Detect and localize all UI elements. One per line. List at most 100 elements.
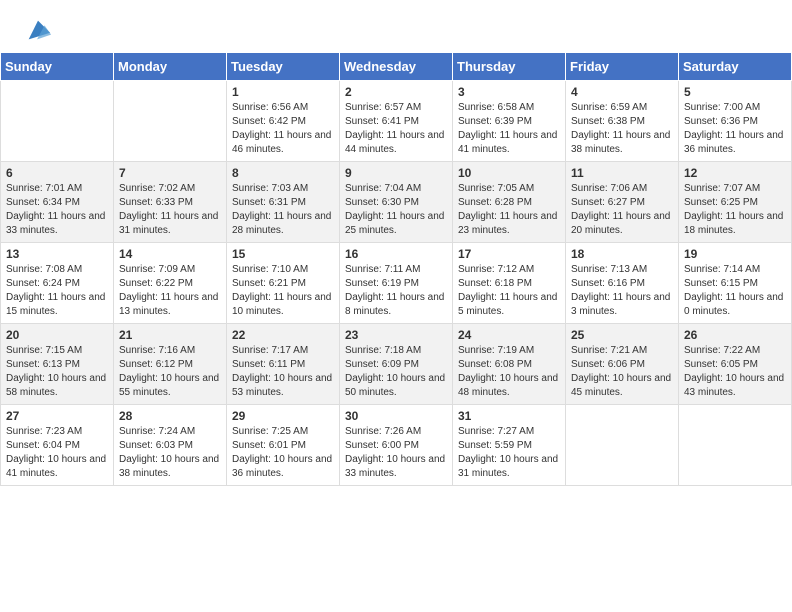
day-number: 7	[119, 166, 221, 180]
calendar-cell: 31 Sunrise: 7:27 AMSunset: 5:59 PMDayligh…	[453, 405, 566, 486]
day-number: 22	[232, 328, 334, 342]
calendar-week-row: 6Sunrise: 7:01 AMSunset: 6:34 PMDaylight…	[1, 162, 792, 243]
day-number: 19	[684, 247, 786, 261]
day-info: Sunrise: 7:05 AMSunset: 6:28 PMDaylight:…	[458, 182, 560, 238]
day-number: 12	[684, 166, 786, 180]
day-info: Sunrise: 7:07 AMSunset: 6:25 PMDaylight:…	[684, 182, 786, 238]
day-number: 30	[345, 409, 447, 423]
calendar: SundayMondayTuesdayWednesdayThursdayFrid…	[0, 52, 792, 486]
day-info: Sunrise: 7:23 AMSunset: 6:04 PMDaylight:…	[6, 425, 108, 481]
day-info: Sunrise: 7:02 AMSunset: 6:33 PMDaylight:…	[119, 182, 221, 238]
calendar-cell: 16 Sunrise: 7:11 AMSunset: 6:19 PMDayligh…	[340, 243, 453, 324]
day-info: Sunrise: 7:01 AMSunset: 6:34 PMDaylight:…	[6, 182, 108, 238]
weekday-header-tuesday: Tuesday	[227, 53, 340, 81]
day-info: Sunrise: 7:08 AMSunset: 6:24 PMDaylight:…	[6, 263, 108, 319]
calendar-cell: 13 Sunrise: 7:08 AMSunset: 6:24 PMDayligh…	[1, 243, 114, 324]
day-number: 1	[232, 85, 334, 99]
day-number: 13	[6, 247, 108, 261]
calendar-cell: 23 Sunrise: 7:18 AMSunset: 6:09 PMDayligh…	[340, 324, 453, 405]
day-number: 14	[119, 247, 221, 261]
day-number: 17	[458, 247, 560, 261]
calendar-cell: 26 Sunrise: 7:22 AMSunset: 6:05 PMDayligh…	[679, 324, 792, 405]
day-info: Sunrise: 7:14 AMSunset: 6:15 PMDaylight:…	[684, 263, 786, 319]
calendar-header-row: SundayMondayTuesdayWednesdayThursdayFrid…	[1, 53, 792, 81]
day-info: Sunrise: 7:06 AMSunset: 6:27 PMDaylight:…	[571, 182, 673, 238]
calendar-cell: 14Sunrise: 7:09 AMSunset: 6:22 PMDayligh…	[114, 243, 227, 324]
calendar-cell: 7 Sunrise: 7:02 AMSunset: 6:33 PMDaylight…	[114, 162, 227, 243]
calendar-cell: 19 Sunrise: 7:14 AMSunset: 6:15 PMDayligh…	[679, 243, 792, 324]
day-info: Sunrise: 7:16 AMSunset: 6:12 PMDaylight:…	[119, 344, 221, 400]
header	[0, 0, 792, 52]
day-info: Sunrise: 7:11 AMSunset: 6:19 PMDaylight:…	[345, 263, 447, 319]
day-info: Sunrise: 6:56 AMSunset: 6:42 PMDaylight:…	[232, 101, 334, 157]
day-info: Sunrise: 7:21 AMSunset: 6:06 PMDaylight:…	[571, 344, 673, 400]
day-info: Sunrise: 7:18 AMSunset: 6:09 PMDaylight:…	[345, 344, 447, 400]
calendar-cell: 12 Sunrise: 7:07 AMSunset: 6:25 PMDayligh…	[679, 162, 792, 243]
day-info: Sunrise: 7:00 AMSunset: 6:36 PMDaylight:…	[684, 101, 786, 157]
calendar-cell: 22 Sunrise: 7:17 AMSunset: 6:11 PMDayligh…	[227, 324, 340, 405]
day-number: 16	[345, 247, 447, 261]
day-number: 2	[345, 85, 447, 99]
day-info: Sunrise: 7:12 AMSunset: 6:18 PMDaylight:…	[458, 263, 560, 319]
calendar-cell: 15 Sunrise: 7:10 AMSunset: 6:21 PMDayligh…	[227, 243, 340, 324]
day-info: Sunrise: 7:27 AMSunset: 5:59 PMDaylight:…	[458, 425, 560, 481]
day-info: Sunrise: 7:13 AMSunset: 6:16 PMDaylight:…	[571, 263, 673, 319]
calendar-cell: 10 Sunrise: 7:05 AMSunset: 6:28 PMDayligh…	[453, 162, 566, 243]
calendar-cell: 6Sunrise: 7:01 AMSunset: 6:34 PMDaylight…	[1, 162, 114, 243]
calendar-cell: 17 Sunrise: 7:12 AMSunset: 6:18 PMDayligh…	[453, 243, 566, 324]
weekday-header-wednesday: Wednesday	[340, 53, 453, 81]
day-info: Sunrise: 6:59 AMSunset: 6:38 PMDaylight:…	[571, 101, 673, 157]
day-number: 11	[571, 166, 673, 180]
calendar-cell: 20Sunrise: 7:15 AMSunset: 6:13 PMDayligh…	[1, 324, 114, 405]
calendar-cell: 30 Sunrise: 7:26 AMSunset: 6:00 PMDayligh…	[340, 405, 453, 486]
weekday-header-monday: Monday	[114, 53, 227, 81]
day-number: 27	[6, 409, 108, 423]
calendar-week-row: 27 Sunrise: 7:23 AMSunset: 6:04 PMDayligh…	[1, 405, 792, 486]
day-number: 28	[119, 409, 221, 423]
day-info: Sunrise: 6:58 AMSunset: 6:39 PMDaylight:…	[458, 101, 560, 157]
day-number: 29	[232, 409, 334, 423]
calendar-week-row: 20Sunrise: 7:15 AMSunset: 6:13 PMDayligh…	[1, 324, 792, 405]
day-info: Sunrise: 7:03 AMSunset: 6:31 PMDaylight:…	[232, 182, 334, 238]
calendar-cell: 24Sunrise: 7:19 AMSunset: 6:08 PMDayligh…	[453, 324, 566, 405]
day-number: 20	[6, 328, 108, 342]
calendar-cell: 5 Sunrise: 7:00 AMSunset: 6:36 PMDaylight…	[679, 81, 792, 162]
day-number: 25	[571, 328, 673, 342]
calendar-cell: 1 Sunrise: 6:56 AMSunset: 6:42 PMDaylight…	[227, 81, 340, 162]
logo-icon	[24, 16, 52, 44]
calendar-cell: 9Sunrise: 7:04 AMSunset: 6:30 PMDaylight…	[340, 162, 453, 243]
calendar-cell	[114, 81, 227, 162]
day-number: 23	[345, 328, 447, 342]
day-number: 9	[345, 166, 447, 180]
day-info: Sunrise: 7:22 AMSunset: 6:05 PMDaylight:…	[684, 344, 786, 400]
calendar-cell: 25 Sunrise: 7:21 AMSunset: 6:06 PMDayligh…	[566, 324, 679, 405]
day-number: 8	[232, 166, 334, 180]
calendar-cell: 27 Sunrise: 7:23 AMSunset: 6:04 PMDayligh…	[1, 405, 114, 486]
calendar-cell: 4Sunrise: 6:59 AMSunset: 6:38 PMDaylight…	[566, 81, 679, 162]
day-info: Sunrise: 7:19 AMSunset: 6:08 PMDaylight:…	[458, 344, 560, 400]
calendar-week-row: 1 Sunrise: 6:56 AMSunset: 6:42 PMDaylight…	[1, 81, 792, 162]
day-number: 18	[571, 247, 673, 261]
day-number: 15	[232, 247, 334, 261]
day-info: Sunrise: 7:10 AMSunset: 6:21 PMDaylight:…	[232, 263, 334, 319]
calendar-cell	[679, 405, 792, 486]
day-number: 26	[684, 328, 786, 342]
calendar-week-row: 13 Sunrise: 7:08 AMSunset: 6:24 PMDayligh…	[1, 243, 792, 324]
day-number: 31	[458, 409, 560, 423]
day-info: Sunrise: 7:17 AMSunset: 6:11 PMDaylight:…	[232, 344, 334, 400]
day-info: Sunrise: 7:24 AMSunset: 6:03 PMDaylight:…	[119, 425, 221, 481]
weekday-header-saturday: Saturday	[679, 53, 792, 81]
calendar-cell: 18 Sunrise: 7:13 AMSunset: 6:16 PMDayligh…	[566, 243, 679, 324]
calendar-cell	[566, 405, 679, 486]
day-number: 10	[458, 166, 560, 180]
page: SundayMondayTuesdayWednesdayThursdayFrid…	[0, 0, 792, 486]
calendar-cell: 21 Sunrise: 7:16 AMSunset: 6:12 PMDayligh…	[114, 324, 227, 405]
day-info: Sunrise: 7:26 AMSunset: 6:00 PMDaylight:…	[345, 425, 447, 481]
calendar-cell: 3Sunrise: 6:58 AMSunset: 6:39 PMDaylight…	[453, 81, 566, 162]
day-info: Sunrise: 7:25 AMSunset: 6:01 PMDaylight:…	[232, 425, 334, 481]
logo	[20, 16, 52, 44]
day-number: 5	[684, 85, 786, 99]
day-number: 21	[119, 328, 221, 342]
calendar-cell: 29 Sunrise: 7:25 AMSunset: 6:01 PMDayligh…	[227, 405, 340, 486]
calendar-cell: 11 Sunrise: 7:06 AMSunset: 6:27 PMDayligh…	[566, 162, 679, 243]
